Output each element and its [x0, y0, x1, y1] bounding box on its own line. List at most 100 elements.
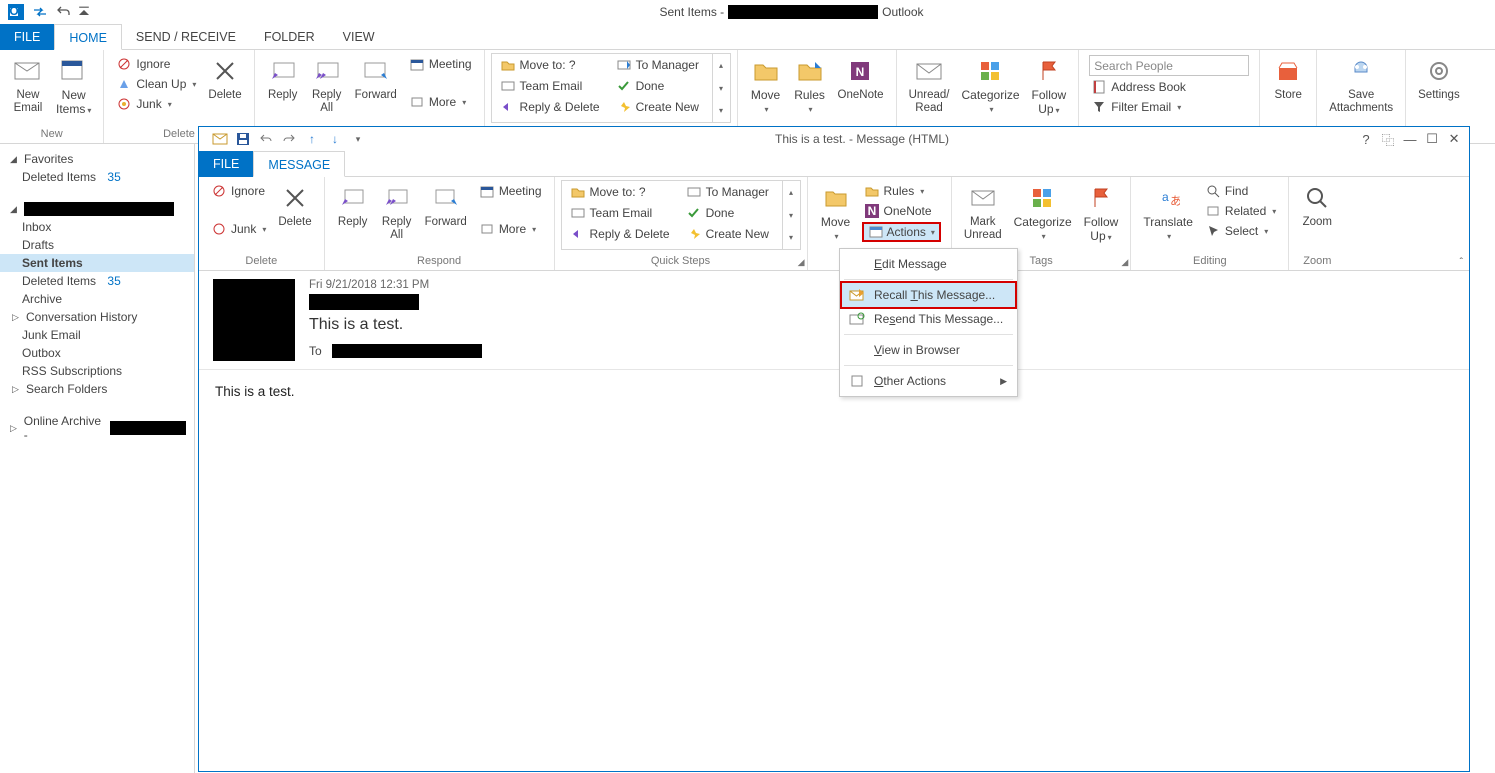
tab-home[interactable]: HOME	[54, 24, 122, 50]
msg-followup-button[interactable]: Follow Up▾	[1078, 180, 1125, 246]
msg-categorize-button[interactable]: Categorize▾	[1008, 180, 1078, 245]
qs-moveto[interactable]: Move to: ?	[498, 56, 602, 74]
msg-qat-custom[interactable]: ▾	[347, 128, 369, 150]
forward-button[interactable]: Forward	[349, 53, 403, 104]
msg-tab-file[interactable]: FILE	[199, 151, 253, 177]
folder-inbox[interactable]: Inbox	[0, 218, 194, 236]
rules-button[interactable]: Rules▾	[788, 53, 832, 118]
new-email-button[interactable]: New Email	[6, 53, 50, 117]
msg-move-button[interactable]: Move▾	[814, 180, 858, 245]
msg-restore-up-icon[interactable]: ⿻	[1377, 130, 1399, 149]
ignore-button[interactable]: Ignore	[114, 55, 198, 73]
meeting-button[interactable]: Meeting	[407, 55, 474, 73]
qat-undo-icon[interactable]	[54, 2, 74, 22]
outlook-icon: O	[6, 2, 26, 22]
msg-ignore-button[interactable]: Ignore	[209, 182, 268, 200]
msg-qat-save[interactable]	[232, 128, 254, 150]
msg-qat-prev[interactable]: ↑	[301, 128, 323, 150]
account-header[interactable]: ◢	[0, 200, 194, 218]
msg-junk-button[interactable]: Junk▾	[209, 220, 268, 238]
msg-reply-button[interactable]: Reply	[331, 180, 375, 231]
folder-archive[interactable]: Archive	[0, 290, 194, 308]
svg-text:N: N	[867, 204, 876, 218]
tab-folder[interactable]: FOLDER	[250, 24, 329, 50]
folder-deleted-items[interactable]: Deleted Items 35	[0, 272, 194, 290]
categorize-button[interactable]: Categorize▾	[956, 53, 1026, 118]
qs-to-manager[interactable]: To Manager	[614, 56, 706, 74]
msg-qat-undo[interactable]	[255, 128, 277, 150]
msg-tab-message[interactable]: MESSAGE	[253, 151, 345, 177]
msg-onenote-button[interactable]: NOneNote	[862, 202, 941, 220]
msg-maximize-icon[interactable]: ☐	[1421, 131, 1443, 147]
qs-create-new[interactable]: Create New	[614, 98, 706, 116]
cleanup-button[interactable]: Clean Up▾	[114, 75, 198, 93]
msg-rules-button[interactable]: Rules▾	[862, 182, 941, 200]
qs-done[interactable]: Done	[614, 77, 706, 95]
msg-window-title: This is a test. - Message (HTML)	[775, 132, 949, 146]
more-button[interactable]: More▾	[407, 93, 474, 111]
msg-translate-button[interactable]: aあTranslate▾	[1137, 180, 1199, 245]
onenote-button[interactable]: NOneNote	[832, 53, 890, 104]
msg-forward-button[interactable]: Forward	[419, 180, 473, 231]
tab-file[interactable]: FILE	[0, 24, 54, 50]
msg-to-redacted	[332, 344, 482, 358]
address-book-button[interactable]: Address Book	[1089, 78, 1249, 96]
svg-text:あ: あ	[1170, 194, 1180, 208]
folder-sent-items[interactable]: Sent Items	[0, 254, 194, 272]
msg-qat-next[interactable]: ↓	[324, 128, 346, 150]
msg-related-button[interactable]: Related▾	[1203, 202, 1278, 220]
new-items-button[interactable]: New Items▾	[50, 53, 97, 119]
msg-quick-steps-gallery[interactable]: Move to: ? Team Email Reply & Delete To …	[561, 180, 801, 250]
msg-zoom-button[interactable]: Zoom	[1295, 180, 1339, 231]
msg-minimize-icon[interactable]: —	[1399, 132, 1421, 147]
move-button[interactable]: Move▾	[744, 53, 788, 118]
msg-help-icon[interactable]: ?	[1355, 132, 1377, 147]
folder-conversation-history[interactable]: ▷Conversation History	[0, 308, 194, 326]
message-window: ↑ ↓ ▾ This is a test. - Message (HTML) ?…	[198, 126, 1470, 772]
unread-read-button[interactable]: Unread/ Read	[903, 53, 956, 117]
msg-select-button[interactable]: Select▾	[1203, 222, 1278, 240]
qat-customize-icon[interactable]	[78, 2, 90, 22]
filter-email-button[interactable]: Filter Email▾	[1089, 98, 1249, 116]
dd-resend-message[interactable]: Resend This Message...	[842, 307, 1015, 331]
search-people-input[interactable]: Search People	[1089, 55, 1249, 76]
folder-outbox[interactable]: Outbox	[0, 344, 194, 362]
save-attachments-button[interactable]: Save Attachments	[1323, 53, 1399, 117]
followup-button[interactable]: Follow Up▾	[1026, 53, 1073, 119]
favorites-header[interactable]: ◢Favorites	[0, 150, 194, 168]
delete-button[interactable]: Delete	[202, 53, 247, 104]
online-archive-header[interactable]: ▷Online Archive -	[0, 412, 194, 444]
settings-button[interactable]: Settings	[1412, 53, 1466, 104]
junk-button[interactable]: Junk▾	[114, 95, 198, 113]
reply-button[interactable]: Reply	[261, 53, 305, 104]
msg-body: This is a test.	[199, 370, 1469, 413]
quick-steps-gallery[interactable]: Move to: ? Team Email Reply & Delete To …	[491, 53, 731, 123]
dd-view-in-browser[interactable]: View in Browser	[842, 338, 1015, 362]
fav-deleted-items[interactable]: Deleted Items 35	[0, 168, 194, 186]
msg-qat-redo[interactable]	[278, 128, 300, 150]
reply-all-button[interactable]: Reply All	[305, 53, 349, 117]
qs-team-email[interactable]: Team Email	[498, 77, 602, 95]
qs-reply-delete[interactable]: Reply & Delete	[498, 98, 602, 116]
tab-view[interactable]: VIEW	[329, 24, 389, 50]
msg-mark-unread-button[interactable]: Mark Unread	[958, 180, 1008, 244]
msg-close-icon[interactable]: ✕	[1443, 131, 1465, 147]
dd-recall-message[interactable]: Recall This Message...	[842, 283, 1015, 307]
folder-drafts[interactable]: Drafts	[0, 236, 194, 254]
msg-meeting-button[interactable]: Meeting	[477, 182, 544, 200]
store-button[interactable]: Store	[1266, 53, 1310, 104]
folder-search-folders[interactable]: ▷Search Folders	[0, 380, 194, 398]
qat-sendreceive-icon[interactable]	[30, 2, 50, 22]
tab-sendreceive[interactable]: SEND / RECEIVE	[122, 24, 250, 50]
msg-delete-button[interactable]: Delete	[272, 180, 317, 231]
msg-ribbon-collapse-icon[interactable]: ˆ	[1460, 257, 1463, 268]
msg-reply-all-button[interactable]: Reply All	[375, 180, 419, 244]
folder-rss[interactable]: RSS Subscriptions	[0, 362, 194, 380]
dd-other-actions[interactable]: Other Actions▶	[842, 369, 1015, 393]
folder-pane: ◢Favorites Deleted Items 35 ◢ Inbox Draf…	[0, 144, 195, 773]
msg-more-button[interactable]: More▾	[477, 220, 544, 238]
dd-edit-message[interactable]: Edit Message	[842, 252, 1015, 276]
msg-find-button[interactable]: Find	[1203, 182, 1278, 200]
msg-actions-button[interactable]: Actions▾	[862, 222, 941, 242]
folder-junk[interactable]: Junk Email	[0, 326, 194, 344]
